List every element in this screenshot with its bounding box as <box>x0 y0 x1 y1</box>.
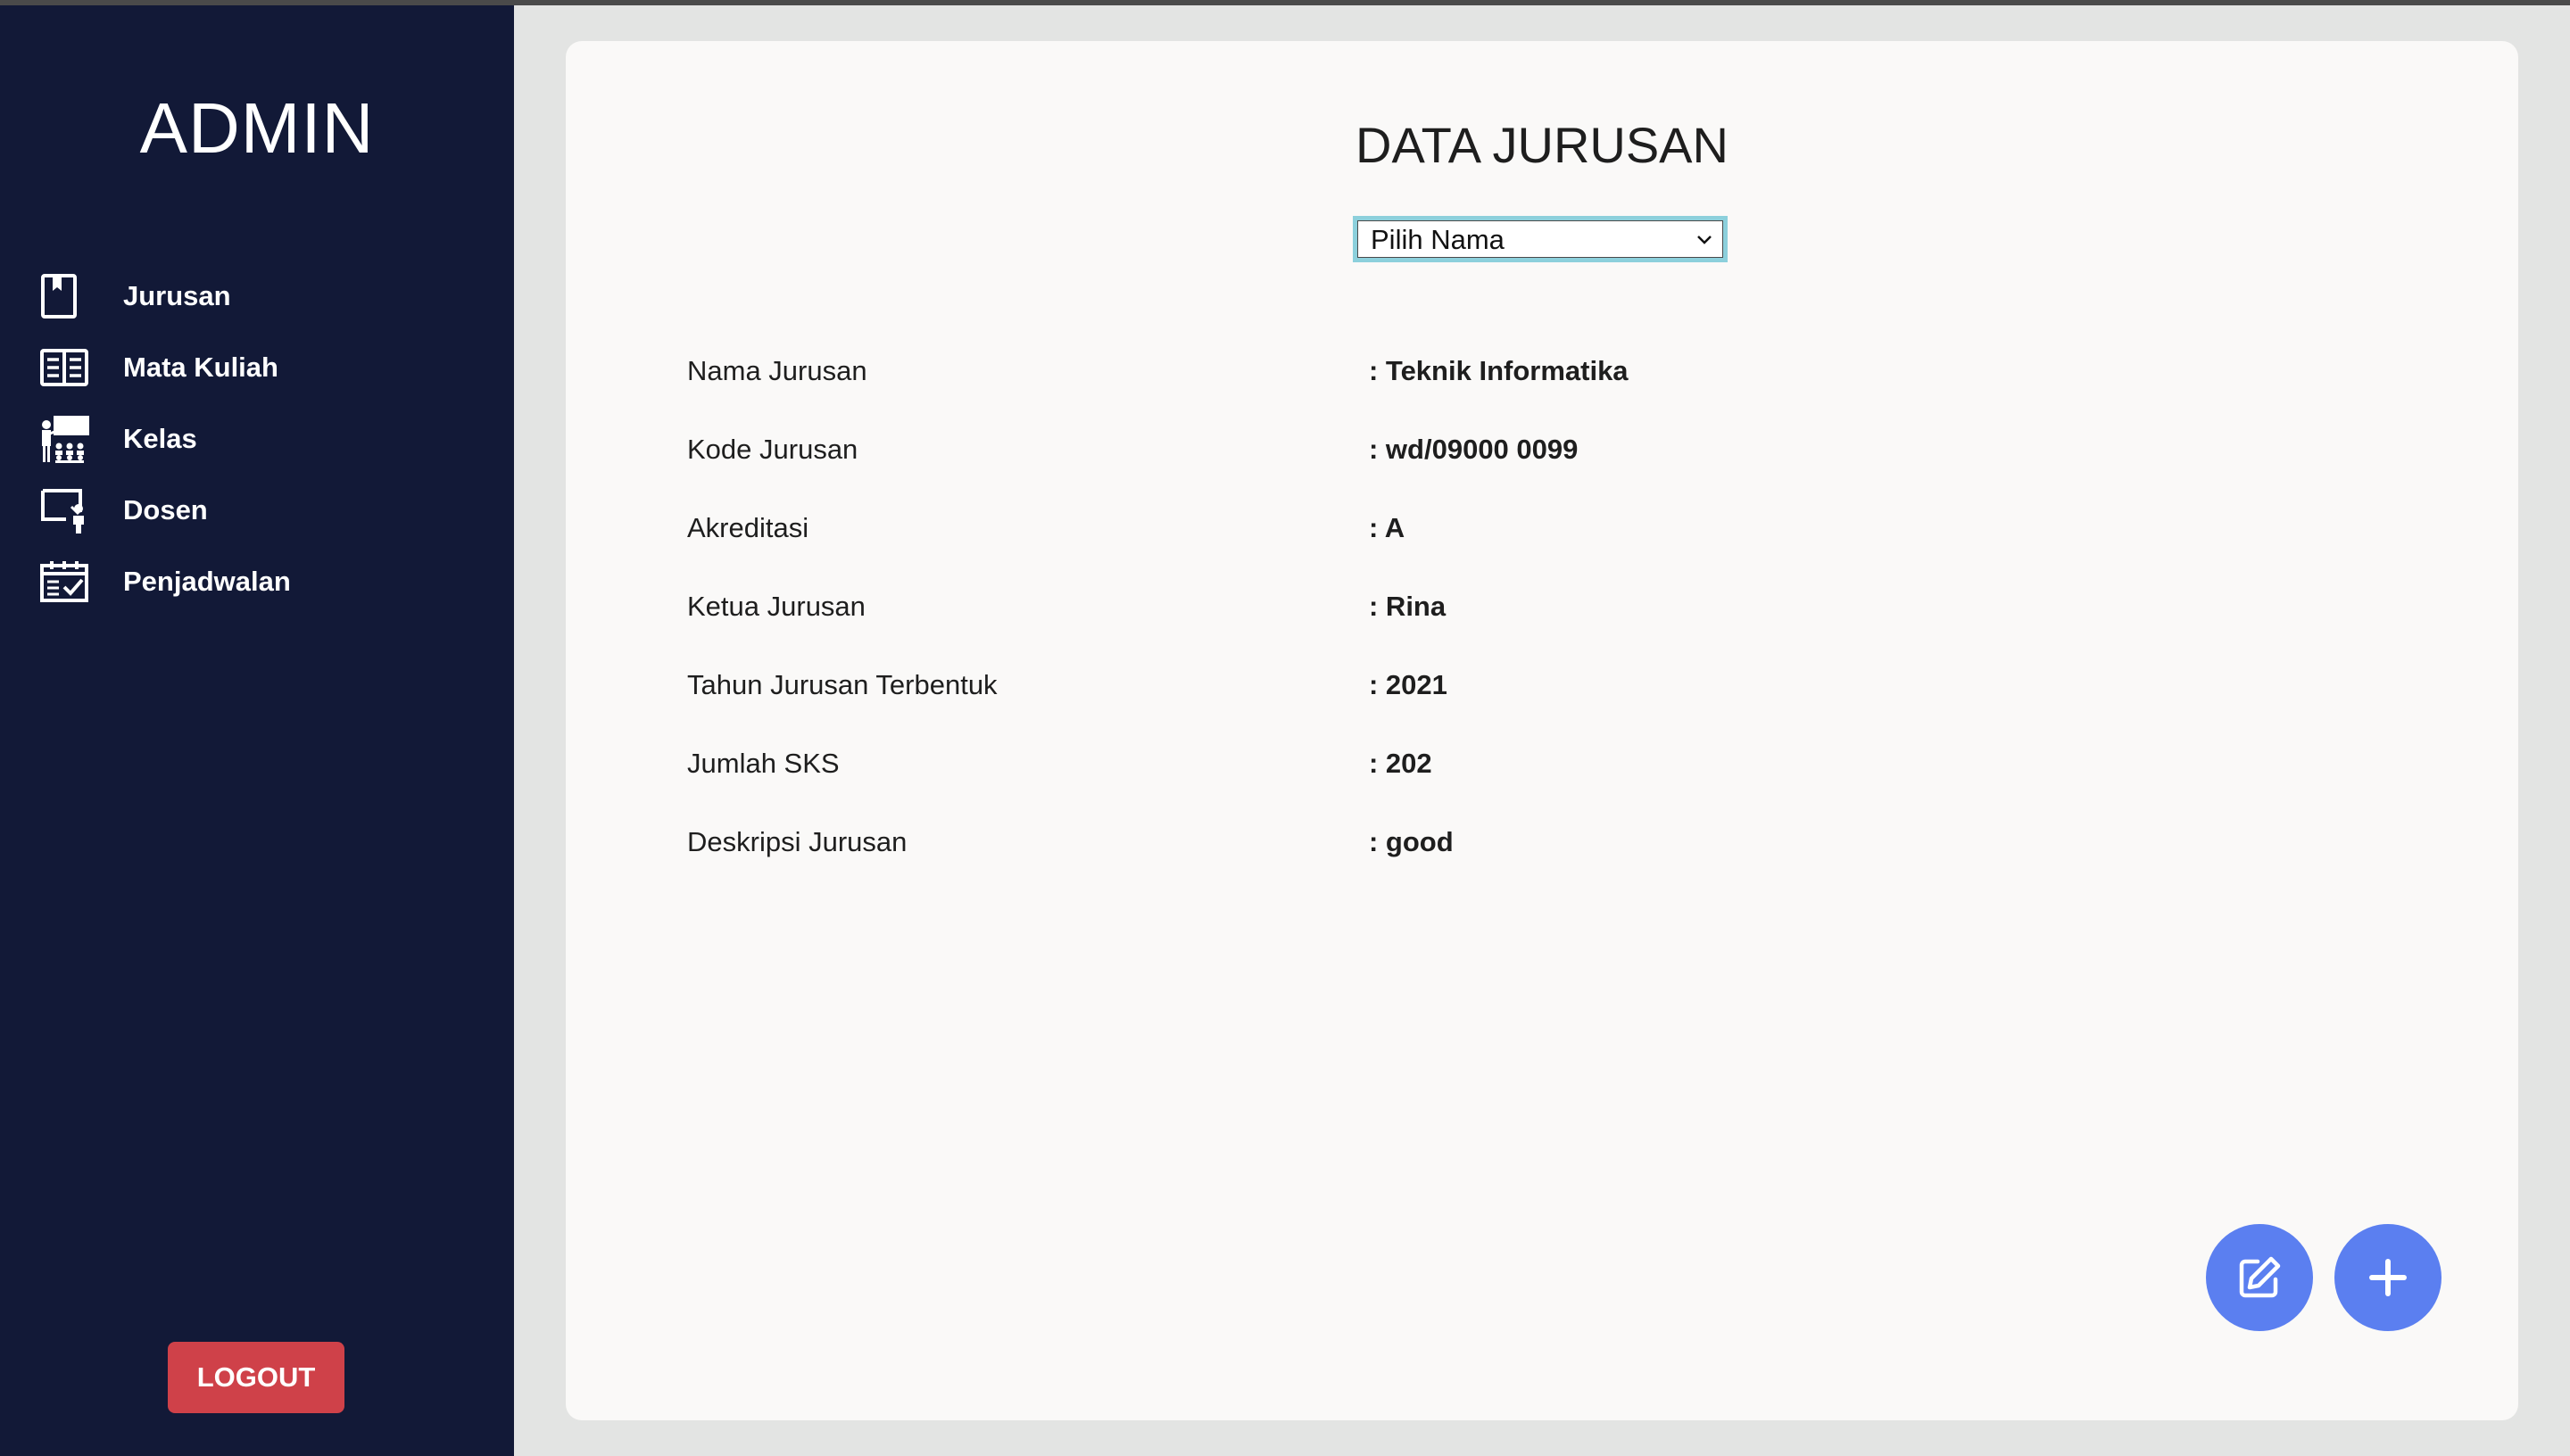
info-row-tahun-terbentuk: Tahun Jurusan Terbentuk : 2021 <box>687 669 2383 714</box>
field-label: Nama Jurusan <box>687 355 867 386</box>
edit-icon <box>2234 1253 2284 1303</box>
sidebar-item-dosen[interactable]: Dosen <box>39 484 468 537</box>
field-label: Jumlah SKS <box>687 748 840 779</box>
lecturer-board-icon <box>39 484 98 537</box>
sidebar-item-mata-kuliah[interactable]: Mata Kuliah <box>39 341 468 394</box>
sidebar-item-label: Mata Kuliah <box>123 352 278 383</box>
field-value: : wd/09000 0099 <box>1369 434 1579 465</box>
sidebar-item-label: Kelas <box>123 423 197 454</box>
classroom-icon <box>39 412 98 466</box>
field-value: : 2021 <box>1369 669 1447 700</box>
page-title: DATA JURUSAN <box>1355 117 1729 173</box>
field-value: : A <box>1369 512 1405 543</box>
brand-title: ADMIN <box>139 88 375 168</box>
bookmark-book-icon <box>39 269 98 323</box>
sidebar-item-kelas[interactable]: Kelas <box>39 412 468 466</box>
field-value: : Rina <box>1369 591 1447 622</box>
field-value: : good <box>1369 826 1454 857</box>
field-label: Ketua Jurusan <box>687 591 866 622</box>
info-row-kode-jurusan: Kode Jurusan : wd/09000 0099 <box>687 434 2383 478</box>
field-value: : Teknik Informatika <box>1369 355 1629 386</box>
info-row-ketua-jurusan: Ketua Jurusan : Rina <box>687 591 2383 635</box>
add-button[interactable] <box>2334 1224 2442 1331</box>
info-row-akreditasi: Akreditasi : A <box>687 512 2383 557</box>
calendar-check-icon <box>39 555 98 608</box>
sidebar-item-label: Jurusan <box>123 280 231 311</box>
content-card: DATA JURUSAN Pilih Nama Nama Jurusan : T… <box>566 41 2518 1420</box>
sidebar: ADMIN Jurusan Mata Kuliah Kelas Dosen Pe… <box>0 5 514 1456</box>
field-label: Akreditasi <box>687 512 809 543</box>
logout-button[interactable]: LOGOUT <box>168 1342 344 1413</box>
name-select-wrapper: Pilih Nama <box>1353 216 1728 262</box>
sidebar-item-jurusan[interactable]: Jurusan <box>39 269 468 323</box>
name-select[interactable]: Pilih Nama <box>1357 220 1723 258</box>
field-label: Tahun Jurusan Terbentuk <box>687 669 998 700</box>
newspaper-icon <box>39 341 98 394</box>
sidebar-item-label: Penjadwalan <box>123 566 291 597</box>
edit-button[interactable] <box>2206 1224 2313 1331</box>
field-label: Deskripsi Jurusan <box>687 826 908 857</box>
info-row-jumlah-sks: Jumlah SKS : 202 <box>687 748 2383 792</box>
field-value: : 202 <box>1369 748 1432 779</box>
plus-icon <box>2368 1258 2408 1297</box>
info-row-nama-jurusan: Nama Jurusan : Teknik Informatika <box>687 355 2383 400</box>
sidebar-item-label: Dosen <box>123 494 208 525</box>
sidebar-item-penjadwalan[interactable]: Penjadwalan <box>39 555 468 608</box>
info-row-deskripsi-jurusan: Deskripsi Jurusan : good <box>687 826 2383 871</box>
field-label: Kode Jurusan <box>687 434 858 465</box>
